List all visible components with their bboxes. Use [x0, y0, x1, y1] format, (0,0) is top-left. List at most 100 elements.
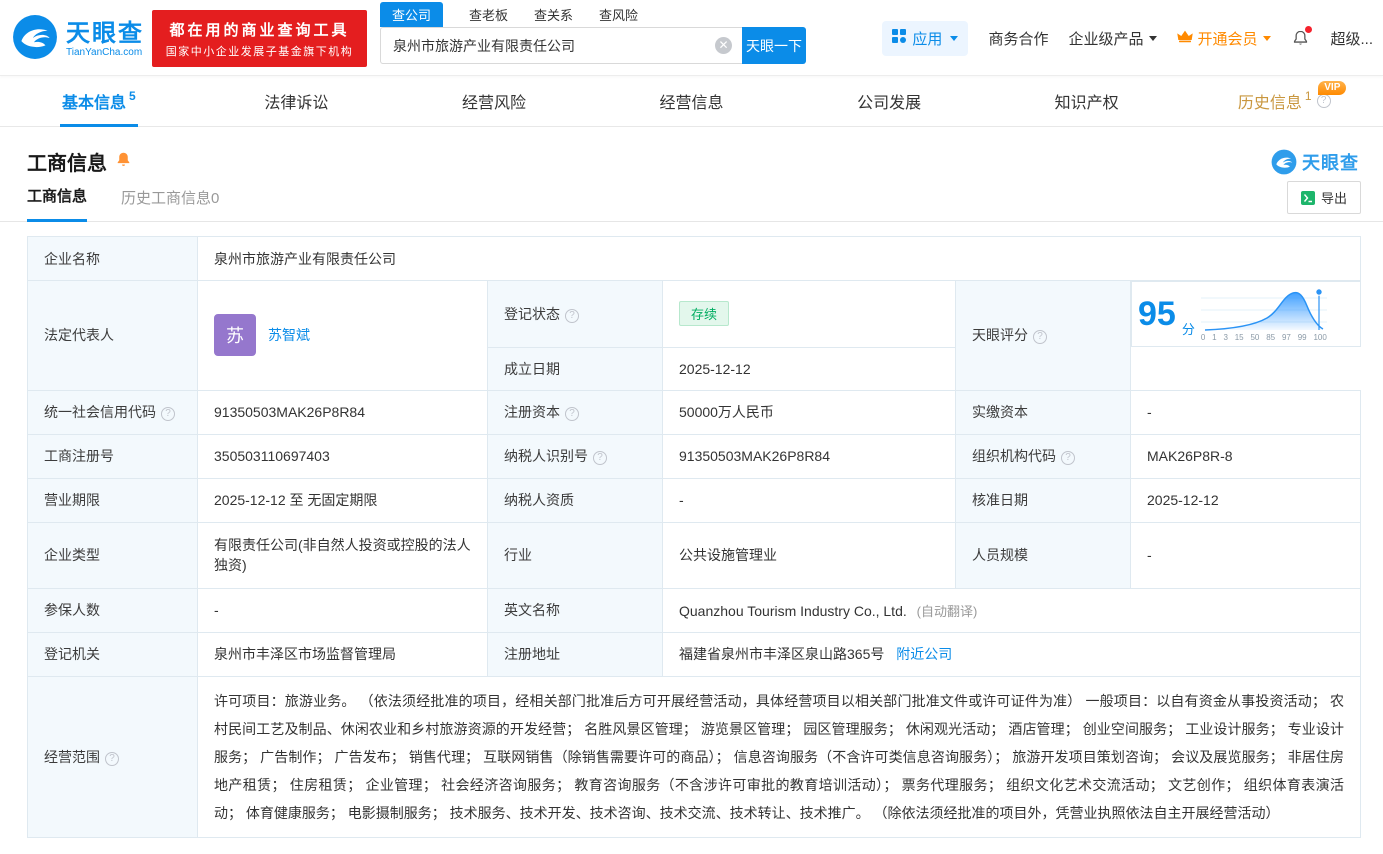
tab-label: 法律诉讼 [264, 95, 329, 112]
label-reg-number: 工商注册号 [27, 433, 198, 479]
search-tab-risk[interactable]: 查风险 [599, 2, 638, 27]
value-org-code: MAK26P8R-8 [1130, 433, 1361, 479]
tab-legal-proceedings[interactable]: 法律诉讼 [198, 76, 396, 126]
label-business-term: 营业期限 [27, 477, 198, 523]
label-approve-date: 核准日期 [955, 477, 1131, 523]
label-paid-capital: 实缴资本 [955, 389, 1131, 435]
label-company-type: 企业类型 [27, 521, 198, 589]
chevron-down-icon [950, 35, 959, 41]
label-staff-size: 人员规模 [955, 521, 1131, 589]
open-vip-label: 开通会员 [1197, 30, 1258, 48]
legal-rep-avatar[interactable]: 苏 [214, 314, 256, 357]
value-reg-authority: 泉州市丰泽区市场监督管理局 [197, 631, 488, 677]
tab-label: 经营信息 [659, 95, 724, 112]
value-business-scope: 许可项目：旅游业务。 （依法须经批准的项目，经相关部门批准后方可开展经营活动，具… [197, 675, 1361, 838]
value-reg-capital: 50000万人民币 [662, 389, 956, 435]
table-row: 工商注册号 350503110697403 纳税人识别号? 91350503MA… [27, 433, 1361, 479]
label-reg-capital: 注册资本? [487, 389, 663, 435]
tab-label: 知识产权 [1054, 95, 1119, 112]
subscribe-bell-icon[interactable] [115, 151, 132, 173]
export-button[interactable]: 导出 [1286, 181, 1361, 214]
search-tab-company[interactable]: 查公司 [380, 2, 444, 27]
label-reg-authority: 登记机关 [27, 631, 198, 677]
clear-search-icon[interactable]: ✕ [715, 37, 732, 54]
status-badge: 存续 [679, 301, 730, 327]
tab-label: 经营风险 [461, 95, 526, 112]
legal-rep-link[interactable]: 苏智斌 [268, 325, 310, 345]
tab-label: 基本信息 [61, 95, 126, 112]
table-row: 企业类型 有限责任公司(非自然人投资或控股的法人独资) 行业 公共设施管理业 人… [27, 521, 1361, 589]
watermark-text: 天眼查 [1302, 152, 1359, 173]
value-reg-status: 存续 [662, 280, 956, 348]
label-taxpayer-quality: 纳税人资质 [487, 477, 663, 523]
nav-enterprise-products[interactable]: 企业级产品 [1068, 28, 1158, 49]
help-icon[interactable]: ? [565, 308, 579, 323]
apps-label: 应用 [912, 30, 943, 48]
search-tab-boss[interactable]: 查老板 [469, 2, 508, 27]
label-business-scope: 经营范围? [27, 675, 198, 838]
value-insured-count: - [197, 587, 488, 633]
watermark-logo: 天眼查 [1271, 149, 1359, 175]
label-industry: 行业 [487, 521, 663, 589]
label-score: 天眼评分? [955, 280, 1131, 391]
tab-basic-info[interactable]: 基本信息 5 [0, 76, 198, 126]
value-company-type: 有限责任公司(非自然人投资或控股的法人独资) [197, 521, 488, 589]
help-icon[interactable]: ? [565, 407, 579, 421]
help-icon[interactable]: ? [161, 407, 175, 421]
help-icon[interactable]: ? [105, 751, 119, 766]
english-name-text: Quanzhou Tourism Industry Co., Ltd. [679, 602, 907, 619]
value-staff-size: - [1130, 521, 1361, 589]
nav-open-vip[interactable]: 开通会员 [1177, 28, 1272, 49]
tab-business-info[interactable]: 经营信息 [593, 76, 791, 126]
tab-company-development[interactable]: 公司发展 [790, 76, 988, 126]
crown-icon [1177, 29, 1194, 47]
subtab-business-registration[interactable]: 工商信息 [27, 185, 88, 222]
subtab-history-registration[interactable]: 历史工商信息0 [121, 187, 219, 221]
table-row: 统一社会信用代码? 91350503MAK26P8R84 注册资本? 50000… [27, 389, 1361, 435]
value-taxpayer-quality: - [662, 477, 956, 523]
score-unit: 分 [1181, 322, 1195, 337]
value-credit-code: 91350503MAK26P8R84 [197, 389, 488, 435]
tianyancha-logo-icon [12, 14, 58, 65]
tab-history-info[interactable]: 历史信息 1 ? VIP [1185, 76, 1383, 126]
promo-banner[interactable]: 都在用的商业查询工具 国家中小企业发展子基金旗下机构 [152, 10, 367, 67]
label-company-name: 企业名称 [27, 236, 198, 281]
promo-line2: 国家中小企业发展子基金旗下机构 [165, 45, 354, 58]
value-business-term: 2025-12-12 至 无固定期限 [197, 477, 488, 523]
logo-domain-text: TianYanCha.com [66, 47, 143, 59]
notification-dot [1305, 25, 1313, 33]
vip-badge: VIP [1318, 81, 1347, 95]
search-button[interactable]: 天眼一下 [742, 27, 806, 64]
logo-brand-text: 天眼查 [66, 19, 144, 47]
help-icon[interactable]: ? [1061, 451, 1075, 465]
score-number: 95 [1138, 295, 1176, 333]
search-area: 查公司 查老板 查关系 查风险 ✕ 天眼一下 [380, 2, 806, 64]
tab-operational-risk[interactable]: 经营风险 [395, 76, 593, 126]
nav-super-vip[interactable]: 超级... [1330, 28, 1373, 49]
subtab-bar: 工商信息 历史工商信息0 导出 [0, 176, 1383, 222]
label-taxpayer-id: 纳税人识别号? [487, 433, 663, 479]
tab-intellectual-property[interactable]: 知识产权 [988, 76, 1186, 126]
nav-business-cooperation[interactable]: 商务合作 [988, 28, 1048, 49]
apps-menu[interactable]: 应用 [882, 20, 969, 56]
label-reg-address: 注册地址 [487, 631, 663, 677]
excel-icon [1300, 190, 1315, 205]
value-industry: 公共设施管理业 [662, 521, 956, 589]
value-english-name: Quanzhou Tourism Industry Co., Ltd. (自动翻… [662, 587, 1361, 633]
chevron-down-icon [1263, 35, 1272, 41]
top-header: 天眼查 TianYanCha.com 都在用的商业查询工具 国家中小企业发展子基… [0, 0, 1383, 76]
score-curve-chart: 0 1 3 15 50 85 97 99 100 [1200, 286, 1327, 342]
label-credit-code: 统一社会信用代码? [27, 389, 198, 435]
chevron-down-icon [1149, 35, 1158, 41]
search-tab-relation[interactable]: 查关系 [534, 2, 573, 27]
search-input[interactable] [380, 27, 742, 64]
help-icon[interactable]: ? [1316, 94, 1331, 108]
notification-bell[interactable] [1291, 25, 1313, 48]
value-legal-rep: 苏 苏智斌 [197, 280, 488, 391]
apps-grid-icon [892, 29, 907, 47]
help-icon[interactable]: ? [593, 451, 607, 465]
tianyancha-logo[interactable]: 天眼查 TianYanCha.com [12, 14, 144, 65]
section-title: 工商信息 [27, 153, 107, 175]
nearby-companies-link[interactable]: 附近公司 [896, 646, 952, 662]
help-icon[interactable]: ? [1033, 330, 1047, 345]
